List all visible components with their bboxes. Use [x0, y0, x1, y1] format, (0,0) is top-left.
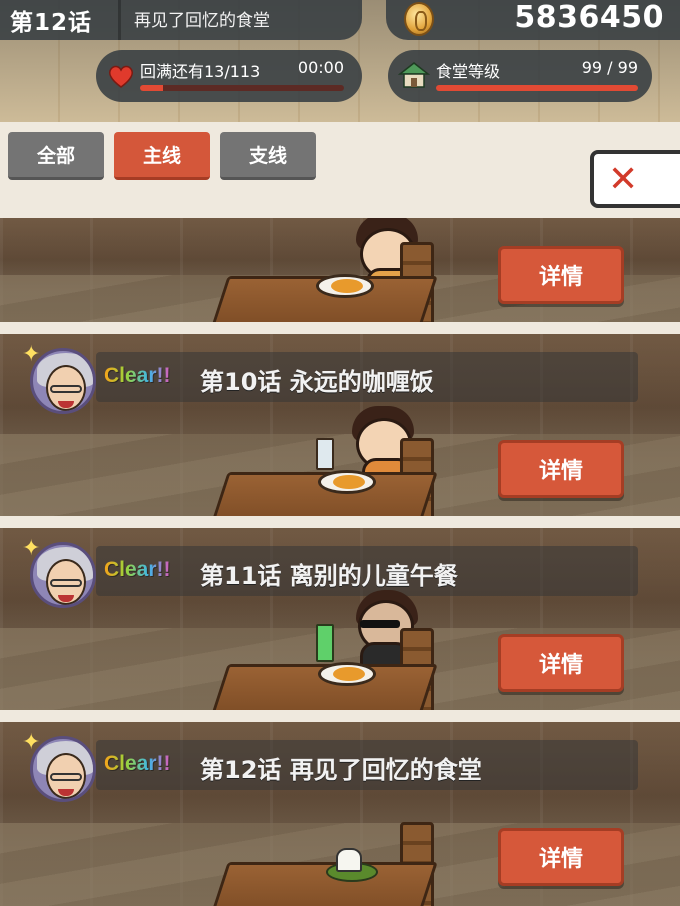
restaurant-level-pill: 食堂等级 99 / 99	[388, 50, 652, 102]
table	[208, 862, 438, 906]
clear-badge: Clear!!	[104, 752, 171, 775]
stamina-timer: 00:00	[297, 58, 344, 77]
stamina-pill: 回满还有13/113 00:00	[96, 50, 362, 102]
story-card: ✦ Clear!! Clear!! 第10话 永远的咖喱饭 详情	[0, 334, 680, 516]
restaurant-level-label: 食堂等级	[436, 62, 501, 81]
curry-plate	[316, 274, 374, 298]
story-card: ✦ Clear!! Clear!! 第12话 再见了回忆的食堂 详情	[0, 722, 680, 906]
story-title: 第10话 永远的咖喱饭	[200, 368, 434, 396]
kids-lunch-plate	[318, 662, 376, 686]
rice-ball-icon	[336, 848, 362, 872]
restaurant-level-value: 99 / 99	[581, 58, 638, 77]
close-icon: ✕	[608, 159, 639, 200]
restaurant-house-icon	[398, 62, 430, 88]
tab-side-story[interactable]: 支线	[220, 132, 316, 180]
curry-plate	[318, 470, 376, 494]
close-button[interactable]: ✕	[590, 150, 680, 208]
coin-icon	[404, 2, 434, 36]
episode-divider	[118, 0, 121, 40]
stamina-label: 回满还有13/113	[140, 62, 261, 81]
clear-badge: Clear!!	[104, 364, 171, 387]
story-title: 第12话 再见了回忆的食堂	[200, 756, 482, 784]
episode-title: 再见了回忆的食堂	[134, 11, 270, 31]
water-glass-icon	[316, 438, 334, 470]
episode-pill: 第12话 再见了回忆的食堂	[0, 0, 362, 40]
episode-number: 第12话	[10, 10, 93, 36]
heart-icon	[109, 65, 133, 88]
clear-badge: Clear!!	[104, 558, 171, 581]
story-card: 详情	[0, 218, 680, 322]
details-button[interactable]: 详情	[498, 440, 624, 498]
tab-all[interactable]: 全部	[8, 132, 104, 180]
story-title: 第11话 离别的儿童午餐	[200, 562, 458, 590]
sparkle-icon: ✦	[22, 730, 41, 755]
details-button[interactable]: 详情	[498, 246, 624, 304]
money-value: 5836450	[514, 0, 664, 35]
tab-band: 全部 主线 支线 ✕	[0, 122, 680, 218]
sunglasses-icon	[360, 620, 400, 628]
restaurant-level-bar-fill	[436, 85, 638, 91]
stamina-bar	[140, 85, 344, 91]
tab-main-story[interactable]: 主线	[114, 132, 210, 180]
story-card: ✦ Clear!! Clear!! 第11话 离别的儿童午餐 详情	[0, 528, 680, 710]
stamina-bar-fill	[140, 85, 164, 91]
money-pill: 5836450	[386, 0, 680, 40]
details-button[interactable]: 详情	[498, 634, 624, 692]
restaurant-level-bar	[436, 85, 638, 91]
sparkle-icon: ✦	[22, 536, 41, 561]
melon-soda-icon	[316, 624, 334, 662]
sparkle-icon: ✦	[22, 342, 41, 367]
details-button[interactable]: 详情	[498, 828, 624, 886]
status-bar: 第12话 再见了回忆的食堂 5836450 回满还有13/113 00:00 食…	[0, 0, 680, 122]
